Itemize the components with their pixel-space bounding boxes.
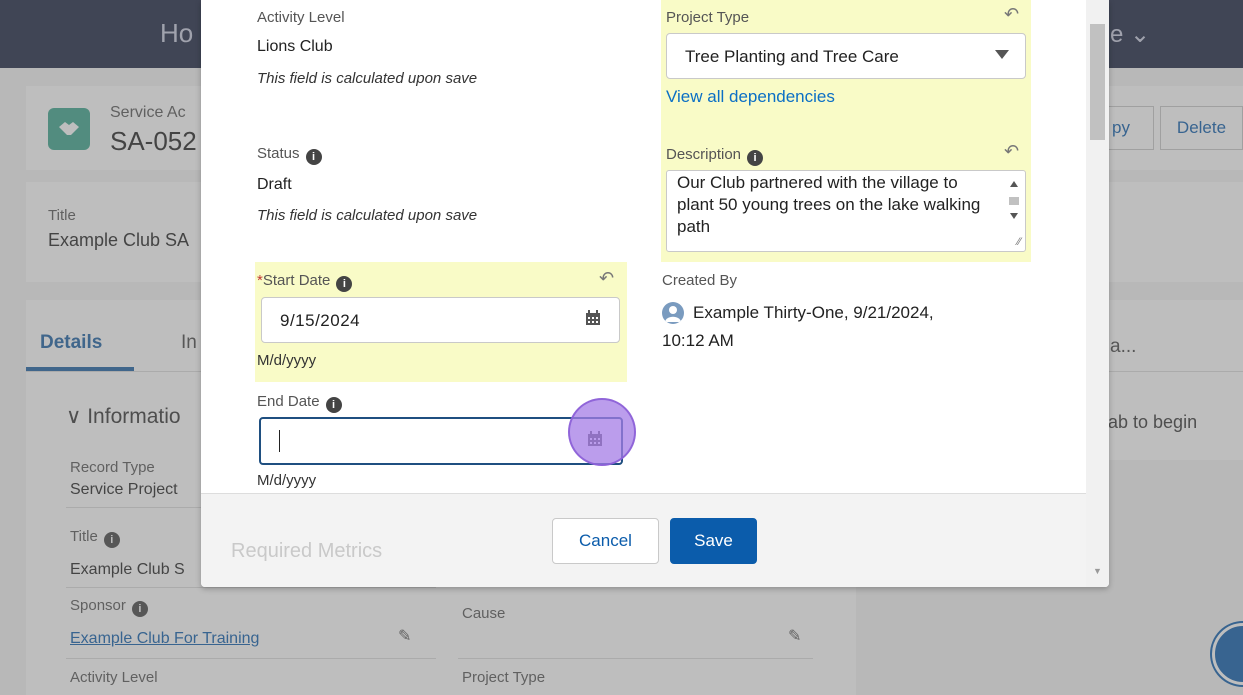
start-date-input[interactable]: 9/15/2024: [261, 297, 620, 343]
status-note: This field is calculated upon save: [257, 207, 478, 224]
info-icon[interactable]: i: [325, 397, 342, 413]
info-icon[interactable]: i: [336, 276, 353, 292]
start-date-format-hint: M/d/yyyy: [257, 352, 317, 369]
resize-handle-icon[interactable]: ⁄⁄: [1017, 236, 1021, 248]
description-label: Description i: [666, 146, 764, 166]
scrollbar-thumb[interactable]: [1090, 24, 1105, 140]
undo-icon[interactable]: ↶: [1004, 141, 1019, 162]
next-section-heading: Required Metrics: [231, 540, 383, 562]
scroll-down-arrow-icon[interactable]: ▼: [1093, 566, 1102, 576]
project-type-selected: Tree Planting and Tree Care: [685, 47, 899, 66]
status-label: Status i: [257, 145, 322, 165]
status-value: Draft: [257, 176, 292, 193]
modal-scrollbar[interactable]: ▼: [1086, 0, 1109, 587]
calendar-icon[interactable]: [585, 310, 601, 331]
created-by-time: 10:12 AM: [662, 331, 734, 350]
info-icon[interactable]: i: [747, 150, 764, 166]
created-by-label: Created By: [662, 272, 738, 289]
view-dependencies-link[interactable]: View all dependencies: [666, 87, 835, 107]
save-button[interactable]: Save: [670, 518, 757, 564]
info-icon[interactable]: i: [305, 149, 322, 165]
description-text: Our Club partnered with the village to p…: [677, 173, 981, 236]
modal-body: Activity Level Lions Club This field is …: [201, 0, 1109, 493]
created-by-value: Example Thirty-One, 9/21/2024,: [693, 303, 934, 322]
text-caret: [279, 430, 280, 452]
activity-level-label: Activity Level: [257, 9, 345, 26]
start-date-label: *Start Date i: [257, 272, 353, 292]
undo-icon[interactable]: ↶: [599, 268, 614, 289]
edit-record-modal: Activity Level Lions Club This field is …: [201, 0, 1109, 587]
end-date-label: End Date i: [257, 393, 342, 413]
textarea-scrollbar[interactable]: [1007, 175, 1021, 231]
project-type-select[interactable]: Tree Planting and Tree Care: [666, 33, 1026, 79]
user-avatar-icon: [662, 302, 684, 324]
start-date-text: 9/15/2024: [280, 311, 361, 330]
modal-footer: Required Metrics Cancel Save: [201, 493, 1109, 587]
activity-level-note: This field is calculated upon save: [257, 70, 478, 87]
end-date-format-hint: M/d/yyyy: [257, 472, 317, 489]
activity-level-value: Lions Club: [257, 38, 333, 55]
click-indicator: [568, 398, 636, 466]
cancel-button[interactable]: Cancel: [552, 518, 659, 564]
undo-icon[interactable]: ↶: [1004, 4, 1019, 25]
project-type-label: Project Type: [666, 9, 750, 26]
description-textarea[interactable]: Our Club partnered with the village to p…: [666, 170, 1026, 252]
chevron-down-icon: [995, 50, 1009, 59]
